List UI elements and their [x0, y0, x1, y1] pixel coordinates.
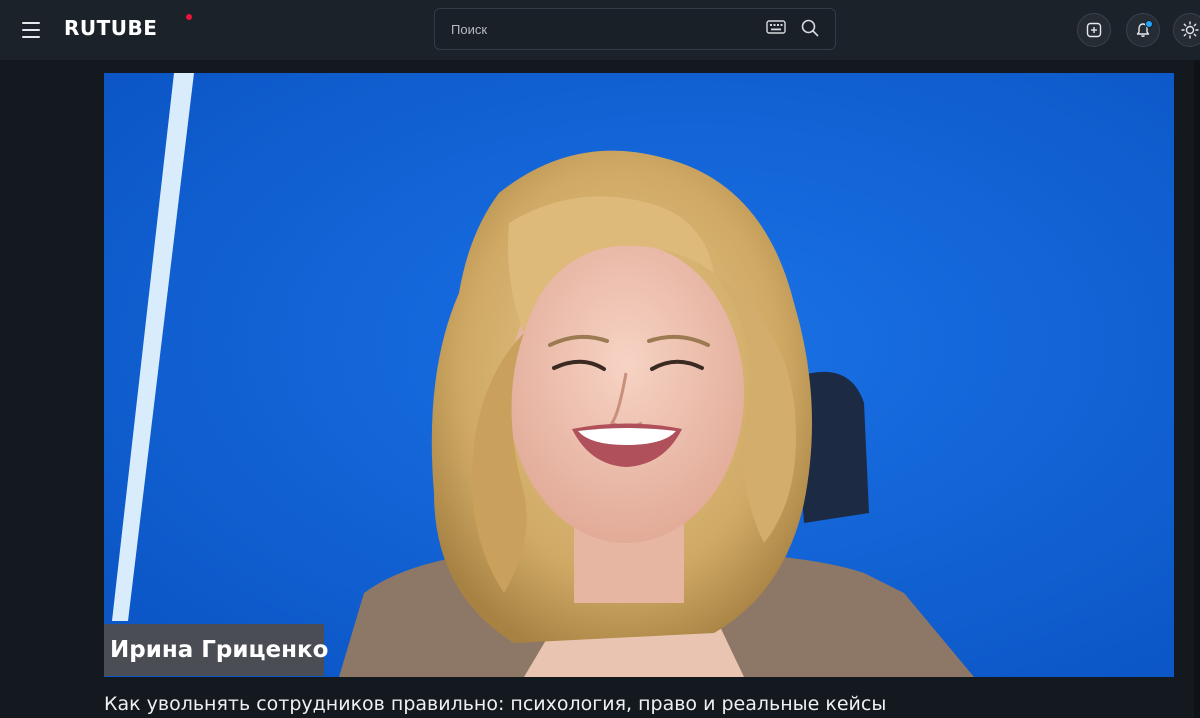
- keyboard-icon[interactable]: [766, 20, 786, 34]
- right-edge-panel: [1194, 60, 1200, 718]
- rutube-logo[interactable]: RUTUBE: [64, 16, 157, 40]
- video-title: Как увольнять сотрудников правильно: пси…: [104, 693, 887, 715]
- speaker-name: Ирина Гриценко: [110, 637, 329, 663]
- logo-accent-dot: [186, 14, 192, 20]
- notifications-button[interactable]: [1126, 13, 1160, 47]
- top-header: RUTUBE: [0, 0, 1200, 60]
- search-icon[interactable]: [801, 19, 819, 37]
- speaker-name-plate: Ирина Гриценко: [104, 624, 328, 676]
- hamburger-menu-icon[interactable]: [22, 18, 46, 42]
- sun-icon: [1181, 21, 1199, 39]
- video-frame: [104, 73, 1174, 677]
- notification-badge: [1145, 20, 1153, 28]
- video-player[interactable]: [104, 73, 1174, 677]
- add-video-icon: [1086, 22, 1102, 38]
- theme-toggle-button[interactable]: [1173, 13, 1200, 47]
- upload-button[interactable]: [1077, 13, 1111, 47]
- search-input[interactable]: [449, 18, 749, 40]
